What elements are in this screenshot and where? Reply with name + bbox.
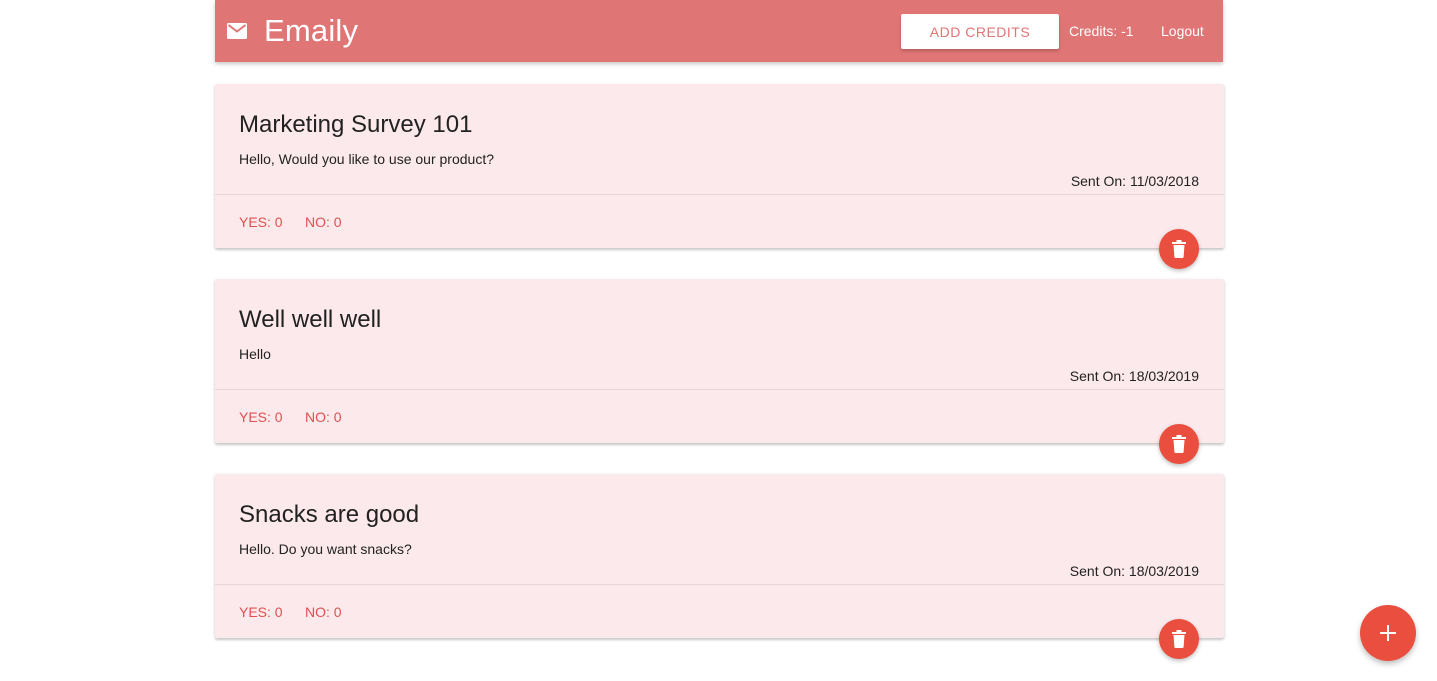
add-credits-button[interactable]: ADD CREDITS — [901, 14, 1059, 49]
credits-count: Credits: -1 — [1069, 23, 1134, 39]
no-count-link[interactable]: NO: 0 — [305, 603, 342, 621]
delete-survey-button[interactable] — [1159, 619, 1199, 659]
page: Emaily ADD CREDITS Credits: -1 Logout Ma… — [0, 0, 1437, 681]
no-count-link[interactable]: NO: 0 — [305, 213, 342, 231]
plus-icon — [1380, 625, 1396, 641]
survey-body: Hello. Do you want snacks? — [239, 541, 412, 557]
brand-logo[interactable]: Emaily — [264, 11, 358, 51]
card-divider — [215, 194, 1224, 195]
trash-icon — [1172, 435, 1186, 453]
survey-title: Snacks are good — [239, 501, 420, 528]
survey-title: Marketing Survey 101 — [239, 111, 473, 138]
yes-count-link[interactable]: YES: 0 — [239, 603, 283, 621]
delete-survey-button[interactable] — [1159, 424, 1199, 464]
card-divider — [215, 584, 1224, 585]
survey-card: Marketing Survey 101 Hello, Would you li… — [215, 84, 1224, 269]
survey-sent-date: Sent On: 18/03/2019 — [1069, 368, 1199, 384]
mail-icon — [227, 23, 247, 39]
survey-card: Well well well Hello Sent On: 18/03/2019… — [215, 279, 1224, 464]
logout-link[interactable]: Logout — [1161, 22, 1204, 40]
yes-count-link[interactable]: YES: 0 — [239, 408, 283, 426]
yes-count-link[interactable]: YES: 0 — [239, 213, 283, 231]
add-survey-button[interactable] — [1360, 605, 1416, 661]
delete-survey-button[interactable] — [1159, 229, 1199, 269]
survey-sent-date: Sent On: 11/03/2018 — [1070, 173, 1199, 189]
survey-title: Well well well — [239, 306, 382, 333]
trash-icon — [1172, 630, 1186, 648]
trash-icon — [1172, 240, 1186, 258]
no-count-link[interactable]: NO: 0 — [305, 408, 342, 426]
survey-body: Hello, Would you like to use our product… — [239, 151, 494, 167]
survey-body: Hello — [239, 346, 271, 362]
survey-sent-date: Sent On: 18/03/2019 — [1069, 563, 1199, 579]
survey-card: Snacks are good Hello. Do you want snack… — [215, 474, 1224, 659]
card-divider — [215, 389, 1224, 390]
top-navbar: Emaily ADD CREDITS Credits: -1 Logout — [215, 0, 1223, 62]
